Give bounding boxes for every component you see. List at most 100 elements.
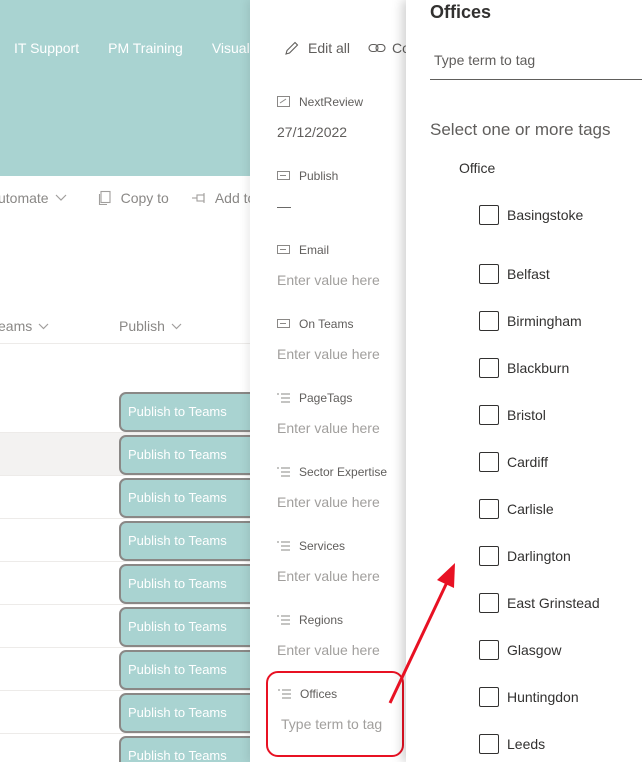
publish-to-teams-button[interactable]: Publish to Teams [119, 521, 269, 561]
pin-icon [191, 193, 205, 203]
properties-toolbar: Edit all Co [250, 28, 425, 68]
field-page-tags[interactable]: PageTags Enter value here [277, 390, 417, 436]
field-next-review[interactable]: NextReview 27/12/2022 [277, 94, 417, 140]
field-label: Email [299, 243, 330, 257]
field-email[interactable]: Email Enter value here [277, 242, 417, 288]
tag-label: Darlington [507, 547, 571, 564]
tag-option-basingstoke[interactable]: Basingstoke [479, 203, 600, 227]
copy-to-button[interactable]: Copy to [97, 190, 169, 206]
copy-to-label: Copy to [120, 190, 169, 206]
checkbox[interactable] [479, 451, 499, 472]
copy-icon [98, 190, 111, 206]
tag-option-birmingham[interactable]: Birmingham [479, 297, 600, 344]
field-sector-expertise[interactable]: Sector Expertise Enter value here [277, 464, 417, 510]
checkbox[interactable] [479, 357, 499, 378]
copy-link-button[interactable]: Co [368, 40, 410, 56]
tag-label: East Grinstead [507, 594, 600, 611]
chevron-down-icon [55, 194, 67, 201]
tag-label: Carlisle [507, 500, 554, 517]
field-label: PageTags [299, 391, 353, 405]
choice-list-icon [277, 393, 290, 403]
annotation-highlight-box [266, 671, 404, 757]
choice-list-icon [277, 541, 290, 551]
field-value: Enter value here [277, 642, 380, 658]
tag-label: Birmingham [507, 312, 582, 329]
checkbox[interactable] [479, 733, 499, 754]
nav-item-pm-training[interactable]: PM Training [108, 40, 183, 56]
column-header-teams[interactable]: eams [0, 318, 49, 334]
field-label: Sector Expertise [299, 465, 388, 479]
term-group-label: Office [459, 160, 496, 176]
field-publish[interactable]: Publish — [277, 168, 417, 214]
field-label: NextReview [299, 95, 364, 109]
site-navigation: IT Support PM Training Visualis [0, 28, 289, 68]
automate-button[interactable]: utomate [0, 190, 75, 206]
tag-label: Bristol [507, 406, 546, 423]
tag-option-blackburn[interactable]: Blackburn [479, 344, 600, 391]
edit-all-label: Edit all [308, 40, 351, 56]
tag-option-cardiff[interactable]: Cardiff [479, 438, 600, 485]
edit-all-button[interactable]: Edit all [284, 40, 350, 56]
text-field-icon [277, 245, 290, 254]
checkbox[interactable] [479, 686, 499, 707]
publish-to-teams-button[interactable]: Publish to Teams [119, 736, 269, 762]
checkbox[interactable] [479, 310, 499, 331]
field-label: Publish [299, 169, 339, 183]
field-regions[interactable]: Regions Enter value here [277, 612, 417, 658]
tag-search-input[interactable] [430, 40, 642, 80]
nav-item-it-support[interactable]: IT Support [14, 40, 79, 56]
tag-list: Basingstoke Belfast Birmingham Blackburn… [479, 203, 600, 762]
field-value: Enter value here [277, 494, 380, 510]
checkbox[interactable] [479, 498, 499, 519]
publish-to-teams-button[interactable]: Publish to Teams [119, 564, 269, 604]
checkbox[interactable] [479, 404, 499, 425]
field-on-teams[interactable]: On Teams Enter value here [277, 316, 417, 362]
calendar-edit-icon [277, 96, 290, 107]
picker-subtitle: Select one or more tags [430, 120, 611, 139]
tag-option-leeds[interactable]: Leeds [479, 720, 600, 762]
checkbox[interactable] [479, 639, 499, 660]
publish-to-teams-button[interactable]: Publish to Teams [119, 693, 269, 733]
tag-option-darlington[interactable]: Darlington [479, 532, 600, 579]
column-header-publish[interactable]: Publish [119, 318, 182, 334]
field-value: 27/12/2022 [277, 124, 348, 140]
publish-to-teams-button[interactable]: Publish to Teams [119, 607, 269, 647]
tag-option-belfast[interactable]: Belfast [479, 250, 600, 297]
choice-list-icon [277, 615, 290, 625]
checkbox[interactable] [479, 263, 499, 284]
tag-option-glasgow[interactable]: Glasgow [479, 626, 600, 673]
tag-label: Cardiff [507, 453, 548, 470]
automate-label: utomate [0, 190, 49, 206]
tag-label: Leeds [507, 735, 546, 752]
add-to-button[interactable]: Add to [191, 190, 255, 206]
properties-pane: Edit all Co NextReview 27/12/2022 Publis… [250, 0, 425, 762]
checkbox[interactable] [479, 545, 499, 566]
field-value: Enter value here [277, 568, 380, 584]
publish-to-teams-button[interactable]: Publish to Teams [119, 392, 269, 432]
publish-to-teams-button[interactable]: Publish to Teams [119, 478, 269, 518]
tag-picker-panel: Offices Select one or more tags Office B… [406, 0, 642, 762]
pencil-icon [285, 41, 299, 55]
publish-to-teams-button[interactable]: Publish to Teams [119, 435, 269, 475]
field-services[interactable]: Services Enter value here [277, 538, 417, 584]
chevron-down-icon [171, 323, 182, 329]
publish-to-teams-button[interactable]: Publish to Teams [119, 650, 269, 690]
link-icon [368, 43, 386, 53]
column-publish-label: Publish [119, 318, 165, 334]
field-label: Services [299, 539, 346, 553]
field-label: On Teams [299, 317, 354, 331]
tag-label: Huntingdon [507, 688, 579, 705]
column-teams-label: eams [0, 318, 33, 334]
tag-option-east-grinstead[interactable]: East Grinstead [479, 579, 600, 626]
checkbox[interactable] [479, 592, 499, 613]
tag-label: Glasgow [507, 641, 562, 658]
tag-option-bristol[interactable]: Bristol [479, 391, 600, 438]
field-value: Enter value here [277, 420, 380, 436]
chevron-down-icon [38, 323, 49, 329]
field-label: Regions [299, 613, 344, 627]
choice-list-icon [277, 467, 290, 477]
tag-option-carlisle[interactable]: Carlisle [479, 485, 600, 532]
checkbox[interactable] [479, 205, 499, 225]
tag-option-huntingdon[interactable]: Huntingdon [479, 673, 600, 720]
field-value: Enter value here [277, 346, 380, 362]
